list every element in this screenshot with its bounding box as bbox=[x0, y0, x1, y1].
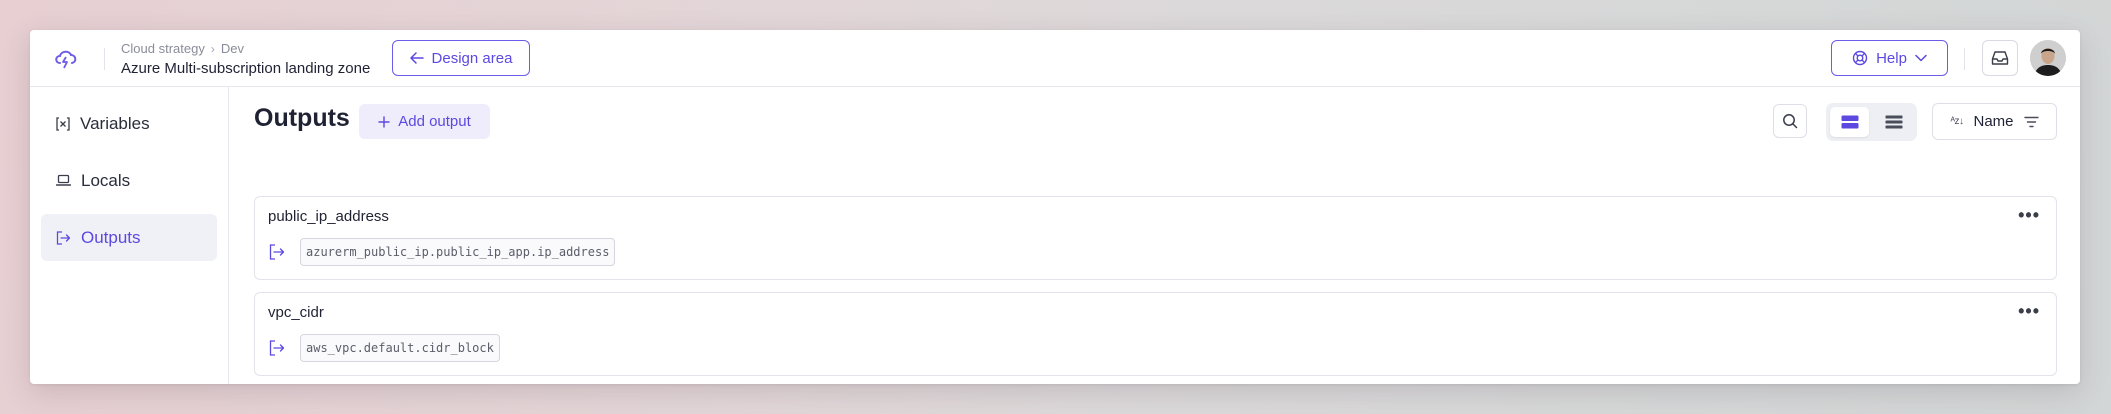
sidebar-item-label: Outputs bbox=[81, 227, 141, 247]
user-photo-icon bbox=[2030, 40, 2066, 76]
main-content: Outputs Add output ᴬᴢ↓ Name public_ip_ad… bbox=[229, 87, 2080, 384]
breadcrumb: Cloud strategy › Dev Azure Multi-subscri… bbox=[121, 41, 370, 77]
output-card[interactable]: public_ip_address ••• azurerm_public_ip.… bbox=[254, 196, 2057, 280]
search-button[interactable] bbox=[1773, 104, 1807, 138]
section-title: Outputs bbox=[254, 104, 350, 132]
more-options-button[interactable]: ••• bbox=[2018, 205, 2040, 226]
search-icon bbox=[1783, 114, 1798, 129]
sidebar: Variables Locals Outputs bbox=[30, 87, 229, 384]
breadcrumb-separator: › bbox=[210, 41, 215, 56]
view-toggle bbox=[1826, 103, 1917, 141]
laptop-icon bbox=[56, 174, 71, 186]
output-card[interactable]: vpc_cidr ••• aws_vpc.default.cidr_block bbox=[254, 292, 2057, 376]
output-value: aws_vpc.default.cidr_block bbox=[300, 334, 500, 362]
arrow-left-icon bbox=[409, 52, 424, 64]
inbox-button[interactable] bbox=[1982, 40, 2018, 76]
card-view-icon bbox=[1841, 115, 1858, 129]
design-area-label: Design area bbox=[431, 49, 513, 67]
sidebar-item-label: Locals bbox=[81, 170, 131, 190]
output-name: vpc_cidr bbox=[268, 304, 324, 321]
lifebuoy-icon bbox=[1852, 50, 1868, 66]
help-label: Help bbox=[1876, 49, 1907, 67]
output-name: public_ip_address bbox=[268, 208, 389, 225]
chevron-down-icon bbox=[1915, 54, 1927, 62]
output-value: azurerm_public_ip.public_ip_app.ip_addre… bbox=[300, 238, 616, 266]
breadcrumb-item[interactable]: Cloud strategy bbox=[121, 41, 205, 56]
breadcrumb-item[interactable]: Dev bbox=[221, 41, 244, 56]
filter-lines-icon bbox=[2023, 116, 2039, 127]
card-view-option[interactable] bbox=[1830, 107, 1869, 137]
sidebar-item-variables[interactable]: Variables bbox=[41, 100, 217, 147]
add-output-label: Add output bbox=[398, 113, 471, 130]
header-divider bbox=[1964, 48, 1965, 70]
sort-az-icon: ᴬᴢ↓ bbox=[1950, 116, 1964, 127]
top-bar: Cloud strategy › Dev Azure Multi-subscri… bbox=[30, 30, 2080, 87]
cloud-logo-icon[interactable] bbox=[52, 44, 80, 72]
page-title: Azure Multi-subscription landing zone bbox=[121, 60, 371, 77]
sort-button[interactable]: ᴬᴢ↓ Name bbox=[1932, 103, 2057, 140]
design-area-button[interactable]: Design area bbox=[392, 40, 530, 76]
sidebar-item-label: Variables bbox=[80, 113, 150, 133]
add-output-button[interactable]: Add output bbox=[359, 104, 490, 139]
output-icon bbox=[269, 244, 285, 260]
list-view-icon bbox=[1885, 115, 1902, 129]
help-button[interactable]: Help bbox=[1831, 40, 1948, 76]
output-icon bbox=[269, 340, 285, 356]
app-window: Cloud strategy › Dev Azure Multi-subscri… bbox=[30, 30, 2080, 384]
sidebar-item-outputs[interactable]: Outputs bbox=[41, 214, 217, 261]
sidebar-item-locals[interactable]: Locals bbox=[41, 157, 217, 204]
avatar[interactable] bbox=[2030, 40, 2066, 76]
sort-label: Name bbox=[1973, 113, 2014, 130]
list-view-option[interactable] bbox=[1874, 107, 1913, 137]
variables-icon bbox=[56, 116, 70, 131]
more-options-button[interactable]: ••• bbox=[2018, 301, 2040, 322]
output-icon bbox=[56, 230, 71, 245]
header-divider bbox=[104, 48, 105, 70]
plus-icon bbox=[378, 115, 390, 128]
inbox-icon bbox=[1991, 51, 2009, 65]
